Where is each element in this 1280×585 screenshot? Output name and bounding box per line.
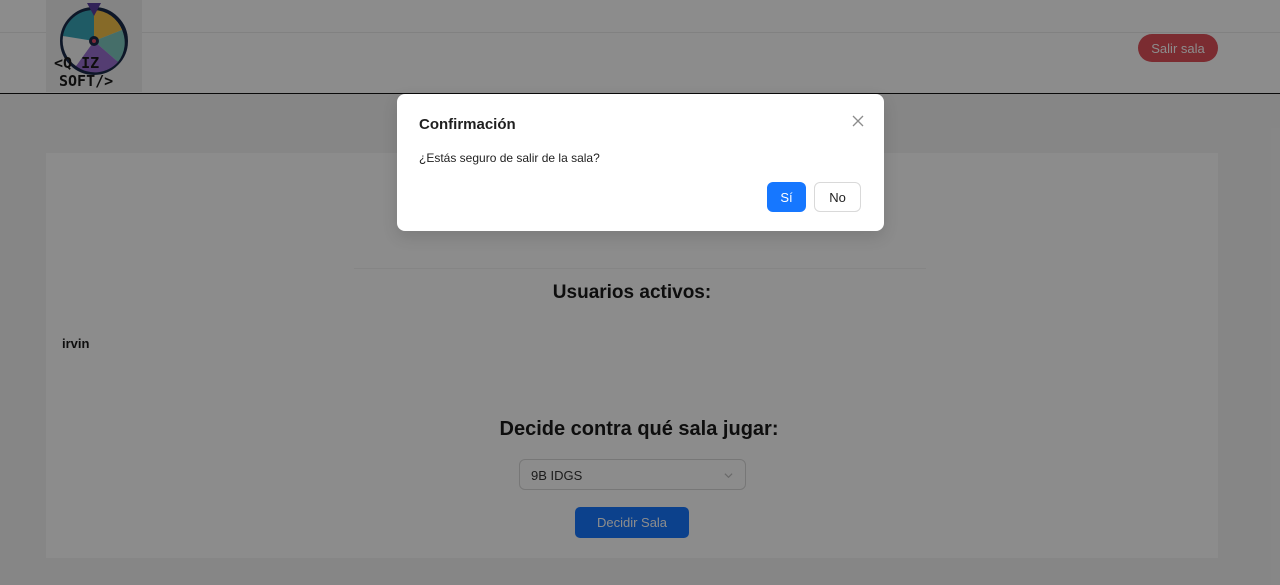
- confirm-dialog: Confirmación ¿Estás seguro de salir de l…: [397, 94, 884, 231]
- dialog-message: ¿Estás seguro de salir de la sala?: [419, 151, 600, 165]
- confirm-no-button[interactable]: No: [814, 182, 861, 212]
- close-icon[interactable]: [849, 112, 867, 130]
- confirm-yes-button[interactable]: Sí: [767, 182, 806, 212]
- dialog-title: Confirmación: [419, 116, 516, 133]
- modal-mask[interactable]: [0, 0, 1280, 585]
